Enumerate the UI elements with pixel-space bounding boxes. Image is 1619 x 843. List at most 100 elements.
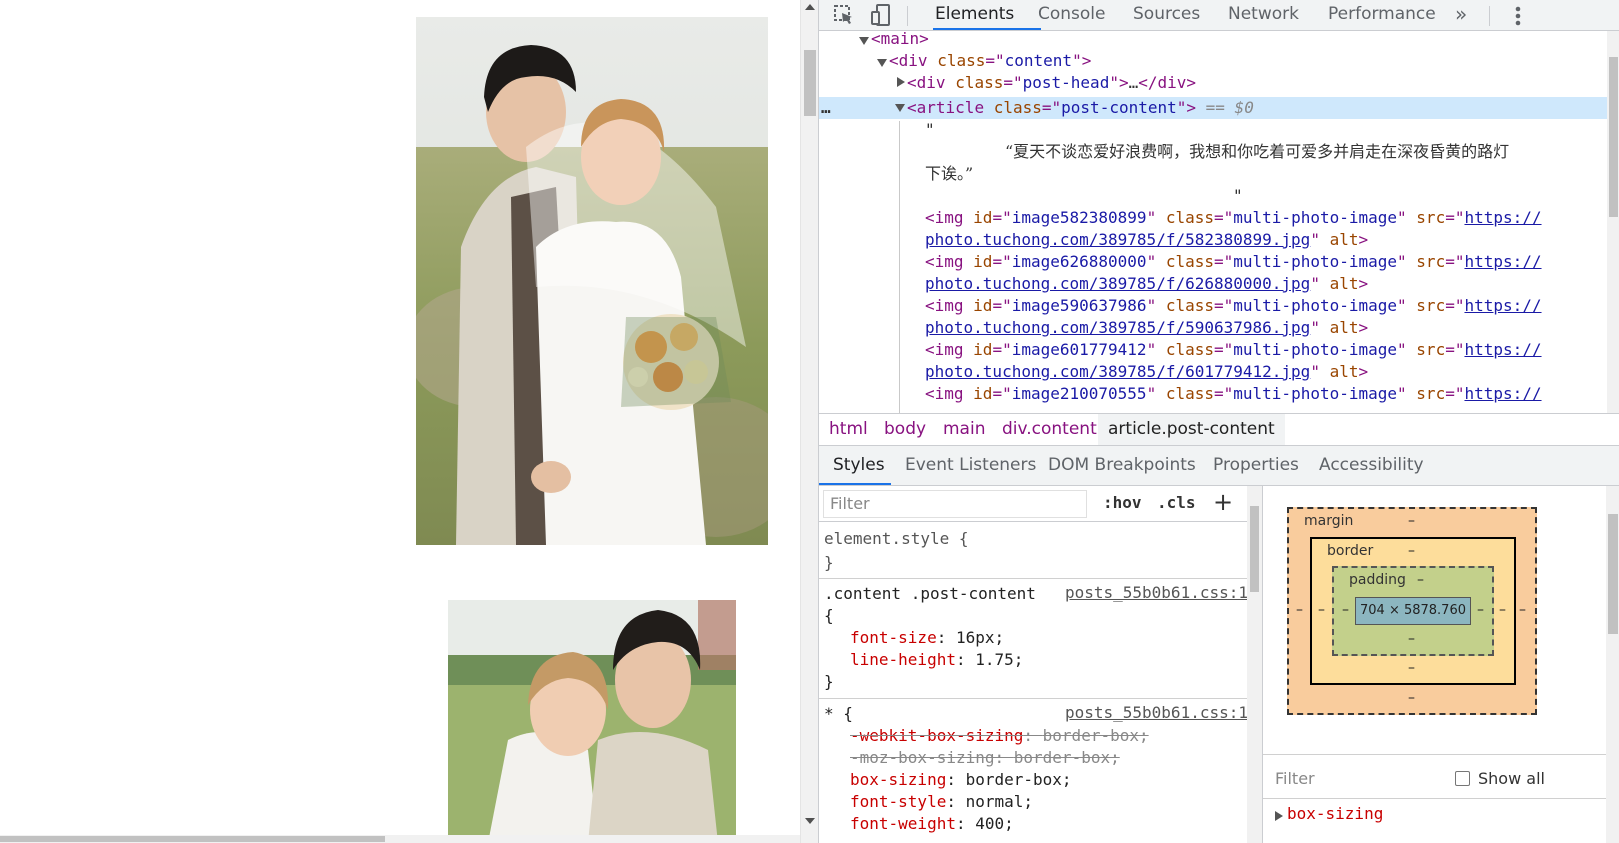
tab-sources[interactable]: Sources: [1133, 0, 1200, 30]
breadcrumb-main[interactable]: main: [943, 414, 985, 445]
hover-state-toggle[interactable]: :hov: [1103, 493, 1142, 512]
page-vertical-scrollbar[interactable]: [800, 0, 818, 843]
page-hscroll-thumb[interactable]: [0, 836, 385, 842]
css-declaration[interactable]: box-sizing: border-box;: [850, 769, 1072, 791]
rule-close-brace: }: [824, 672, 834, 691]
computed-pane: margin – – – – border – – – – padding – …: [1263, 486, 1619, 843]
tab-accessibility[interactable]: Accessibility: [1319, 446, 1424, 485]
computed-scroll-thumb[interactable]: [1608, 514, 1618, 634]
rule-open-brace: {: [824, 606, 834, 625]
rule-source-link[interactable]: posts_55b0b61.css:1: [1065, 583, 1248, 602]
devtools-panel: Elements Console Sources Network Perform…: [818, 0, 1619, 843]
breadcrumb-html[interactable]: html: [829, 414, 868, 445]
margin-bottom-value[interactable]: –: [1408, 690, 1415, 706]
tab-elements[interactable]: Elements: [935, 0, 1014, 30]
computed-filter-input[interactable]: Filter: [1275, 769, 1315, 788]
node-main[interactable]: <main>: [871, 31, 929, 50]
rule-selector-universal[interactable]: * {: [824, 703, 853, 725]
padding-right-value[interactable]: –: [1477, 602, 1484, 618]
page-scroll-thumb[interactable]: [804, 50, 816, 116]
node-img-4[interactable]: <img id="image601779412" class="multi-ph…: [925, 339, 1542, 361]
padding-top-value[interactable]: –: [1417, 572, 1424, 588]
devtools-tab-bar: Elements Console Sources Network Perform…: [819, 0, 1619, 31]
page-horizontal-scrollbar[interactable]: [0, 835, 800, 843]
inspect-element-icon[interactable]: [833, 4, 855, 26]
show-all-label: Show all: [1478, 769, 1545, 788]
border-left-value[interactable]: –: [1318, 602, 1325, 618]
node-img-5[interactable]: <img id="image210070555" class="multi-ph…: [925, 383, 1542, 405]
show-all-checkbox[interactable]: [1455, 771, 1470, 786]
breadcrumb-div-content[interactable]: div.content: [1002, 414, 1097, 445]
more-tabs-icon[interactable]: »: [1455, 0, 1467, 30]
tab-console[interactable]: Console: [1038, 0, 1106, 30]
node-img-2-cont[interactable]: photo.tuchong.com/389785/f/626880000.jpg…: [925, 273, 1368, 295]
active-tab-indicator: [933, 28, 1041, 30]
node-img-1[interactable]: <img id="image582380899" class="multi-ph…: [925, 207, 1542, 229]
tab-performance[interactable]: Performance: [1328, 0, 1436, 30]
box-model-content-size[interactable]: 704 × 5878.760: [1355, 597, 1471, 625]
breadcrumb-article-post-content[interactable]: article.post-content: [1098, 414, 1285, 445]
styles-pane: Filter :hov .cls + element.style { } .co…: [819, 486, 1263, 843]
scroll-down-arrow-icon[interactable]: [805, 818, 815, 824]
css-declaration[interactable]: font-weight: 400;: [850, 813, 1014, 835]
css-declaration[interactable]: font-size: 16px;: [850, 627, 1004, 649]
customize-menu-icon[interactable]: [1515, 5, 1521, 27]
css-declaration-overridden[interactable]: -moz-box-sizing: border-box;: [850, 747, 1120, 769]
tab-dom-breakpoints[interactable]: DOM Breakpoints: [1048, 446, 1196, 485]
css-declaration[interactable]: font-style: normal;: [850, 791, 1033, 813]
node-div-post-head[interactable]: <div class="post-head">…</div>: [907, 72, 1196, 94]
tab-network[interactable]: Network: [1228, 0, 1299, 30]
text-node-line-2[interactable]: 下诶。”: [925, 163, 973, 185]
padding-left-value[interactable]: –: [1342, 602, 1349, 618]
css-declaration-overridden[interactable]: -webkit-box-sizing: border-box;: [850, 725, 1149, 747]
rule-selector[interactable]: .content .post-content: [824, 583, 1036, 605]
class-toggle[interactable]: .cls: [1157, 493, 1196, 512]
node-img-2[interactable]: <img id="image626880000" class="multi-ph…: [925, 251, 1542, 273]
collapse-triangle-icon[interactable]: [895, 104, 905, 112]
scroll-up-arrow-icon[interactable]: [805, 4, 815, 10]
node-article-post-content[interactable]: <article class="post-content"> == $0: [907, 97, 1254, 119]
elements-scrollbar[interactable]: [1607, 31, 1619, 413]
node-img-3-cont[interactable]: photo.tuchong.com/389785/f/590637986.jpg…: [925, 317, 1368, 339]
new-style-rule-icon[interactable]: +: [1213, 488, 1233, 516]
collapse-triangle-icon[interactable]: [877, 59, 887, 67]
styles-scrollbar[interactable]: [1247, 486, 1262, 843]
computed-scrollbar[interactable]: [1606, 486, 1619, 843]
css-declaration[interactable]: line-height: 1.75;: [850, 649, 1023, 671]
tab-event-listeners[interactable]: Event Listeners: [905, 446, 1036, 485]
node-img-4-cont[interactable]: photo.tuchong.com/389785/f/601779412.jpg…: [925, 361, 1368, 383]
expand-triangle-icon[interactable]: [897, 77, 905, 87]
tab-styles[interactable]: Styles: [833, 446, 885, 485]
node-img-1-cont[interactable]: photo.tuchong.com/389785/f/582380899.jpg…: [925, 229, 1368, 251]
margin-right-value[interactable]: –: [1519, 602, 1526, 618]
rule-element-style[interactable]: element.style {: [824, 528, 969, 550]
styles-filter-input[interactable]: Filter: [823, 490, 1087, 518]
elements-scroll-thumb[interactable]: [1609, 57, 1618, 217]
box-model-border-label: border: [1327, 543, 1374, 559]
tab-properties[interactable]: Properties: [1213, 446, 1299, 485]
rule-source-link[interactable]: posts_55b0b61.css:1: [1065, 703, 1248, 722]
expand-triangle-icon[interactable]: [1275, 811, 1283, 821]
border-bottom-value[interactable]: –: [1408, 660, 1415, 676]
node-img-3[interactable]: <img id="image590637986" class="multi-ph…: [925, 295, 1542, 317]
border-right-value[interactable]: –: [1499, 602, 1506, 618]
tree-indent-guide: [899, 121, 900, 413]
padding-bottom-value[interactable]: –: [1408, 631, 1415, 647]
text-node-quote-open[interactable]: ": [925, 119, 935, 141]
device-toolbar-icon[interactable]: [869, 3, 893, 27]
node-actions-ellipsis[interactable]: …: [821, 97, 831, 119]
page-viewport[interactable]: [0, 0, 818, 843]
elements-dom-tree[interactable]: <main> <div class="content"> <div class=…: [819, 31, 1619, 413]
computed-property-name[interactable]: box-sizing: [1287, 804, 1383, 823]
styles-scroll-thumb[interactable]: [1250, 506, 1259, 592]
text-node-line-1[interactable]: “夏天不谈恋爱好浪费啊，我想和你吃着可爱多并肩走在深夜昏黄的路灯: [1005, 141, 1509, 163]
text-node-quote-close[interactable]: ": [1233, 185, 1243, 207]
collapse-triangle-icon[interactable]: [859, 37, 869, 45]
margin-top-value[interactable]: –: [1408, 513, 1415, 529]
wedding-photo-2: [448, 600, 736, 843]
node-div-content[interactable]: <div class="content">: [889, 50, 1091, 72]
breadcrumb-body[interactable]: body: [884, 414, 926, 445]
margin-left-value[interactable]: –: [1296, 602, 1303, 618]
border-top-value[interactable]: –: [1408, 543, 1415, 559]
rule-close-brace: }: [824, 553, 834, 572]
